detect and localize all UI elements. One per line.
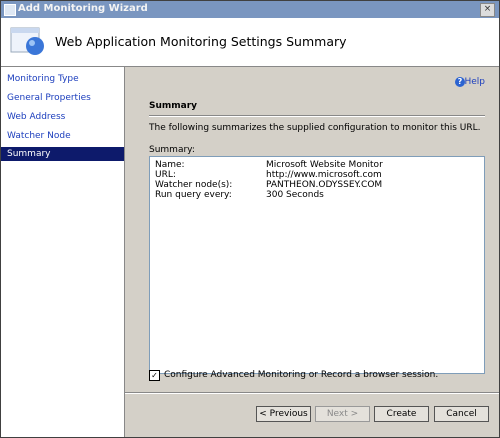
sidebar-item-watcher-node[interactable]: Watcher Node xyxy=(1,129,124,143)
close-button[interactable]: × xyxy=(480,3,495,17)
sidebar-item-general-properties[interactable]: General Properties xyxy=(1,91,124,105)
summary-textbox[interactable]: Name: Microsoft Website Monitor URL: htt… xyxy=(149,156,485,374)
title-bar: Add Monitoring Wizard × xyxy=(1,1,499,18)
wizard-window: Add Monitoring Wizard × Web Application … xyxy=(0,0,500,438)
window-title: Add Monitoring Wizard xyxy=(18,3,148,14)
summary-key: Name: xyxy=(155,160,185,170)
wizard-header: Web Application Monitoring Settings Summ… xyxy=(1,18,499,67)
summary-value: http://www.microsoft.com xyxy=(266,170,382,180)
advanced-monitoring-label[interactable]: Configure Advanced Monitoring or Record … xyxy=(164,370,438,380)
summary-key: Watcher node(s): xyxy=(155,180,233,190)
footer-divider xyxy=(125,392,499,394)
cancel-button[interactable]: Cancel xyxy=(434,406,489,422)
summary-key: URL: xyxy=(155,170,176,180)
summary-description: The following summarizes the supplied co… xyxy=(149,123,481,133)
sidebar-item-web-address[interactable]: Web Address xyxy=(1,110,124,124)
summary-value: Microsoft Website Monitor xyxy=(266,160,383,170)
sidebar-item-monitoring-type[interactable]: Monitoring Type xyxy=(1,72,124,86)
section-divider xyxy=(149,115,485,117)
page-title: Web Application Monitoring Settings Summ… xyxy=(55,34,347,49)
wizard-sidebar: Monitoring Type General Properties Web A… xyxy=(1,67,125,437)
previous-button[interactable]: < Previous xyxy=(256,406,311,422)
wizard-content: ? Help Summary The following summarizes … xyxy=(125,67,499,392)
summary-value: PANTHEON.ODYSSEY.COM xyxy=(266,180,383,190)
summary-key: Run query every: xyxy=(155,190,232,200)
summary-label: Summary: xyxy=(149,145,195,155)
summary-value: 300 Seconds xyxy=(266,190,324,200)
app-icon xyxy=(4,4,16,16)
advanced-monitoring-checkbox[interactable]: ✓ xyxy=(149,370,160,381)
create-button[interactable]: Create xyxy=(374,406,429,422)
sidebar-item-summary[interactable]: Summary xyxy=(1,147,124,161)
monitor-globe-icon xyxy=(10,27,44,55)
help-link[interactable]: Help xyxy=(464,77,485,87)
next-button[interactable]: Next > xyxy=(315,406,370,422)
section-title: Summary xyxy=(149,101,198,111)
